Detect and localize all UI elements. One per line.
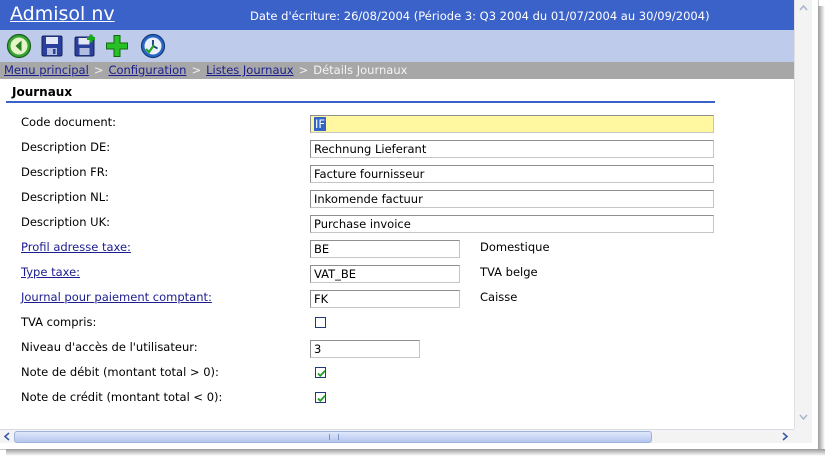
breadcrumb-link-configuration[interactable]: Configuration [108, 63, 186, 77]
breadcrumb-separator: > [93, 63, 104, 77]
section-title: Journaux [12, 85, 73, 99]
breadcrumb-current: Détails Journaux [313, 63, 408, 77]
save-button[interactable] [39, 33, 65, 59]
save-icon [41, 35, 63, 57]
back-arrow-icon [6, 33, 32, 59]
clock-icon [140, 33, 166, 59]
scroll-down-icon[interactable] [795, 410, 812, 424]
credit-note-label: Note de crédit (montant total < 0): [21, 390, 223, 404]
tax-type-input[interactable]: VAT_BE [310, 265, 460, 283]
access-level-input[interactable]: 3 [310, 340, 420, 358]
section-divider [6, 101, 715, 103]
horizontal-scrollbar[interactable] [0, 429, 794, 443]
breadcrumb: Menu principal > Configuration > Listes Jour… [0, 62, 794, 79]
vat-included-label: TVA compris: [21, 315, 97, 329]
debit-note-checkbox[interactable] [315, 367, 326, 378]
tax-profile-link[interactable]: Profil adresse taxe: [21, 240, 131, 254]
add-icon [106, 35, 128, 57]
tax-profile-input[interactable]: BE [310, 240, 460, 258]
window-shadow-bottom [6, 449, 825, 456]
description-fr-input[interactable]: Facture fournisseur [310, 165, 714, 183]
code-document-value: IF [314, 117, 327, 131]
posting-date-info: Date d'écriture: 26/08/2004 (Période 3: … [250, 9, 710, 23]
vertical-scrollbar[interactable] [794, 0, 812, 430]
code-document-label: Code document: [21, 115, 116, 129]
application-window: Admisol nv Date d'écriture: 26/08/2004 (… [0, 0, 819, 450]
check-icon [317, 370, 326, 378]
description-nl-input[interactable]: Inkomende factuur [310, 190, 714, 208]
tax-type-link[interactable]: Type taxe: [21, 265, 80, 279]
breadcrumb-link-journal-lists[interactable]: Listes Journaux [206, 63, 294, 77]
scroll-left-icon[interactable] [2, 431, 12, 442]
window-shadow-right [818, 6, 825, 456]
vat-included-checkbox[interactable] [315, 317, 326, 328]
description-uk-label: Description UK: [21, 215, 110, 229]
tax-profile-description: Domestique [480, 240, 550, 254]
history-button[interactable] [140, 33, 166, 59]
description-de-input[interactable]: Rechnung Lieferant [310, 140, 714, 158]
breadcrumb-separator: > [191, 63, 202, 77]
horizontal-scroll-thumb[interactable] [14, 431, 652, 443]
description-fr-label: Description FR: [21, 165, 109, 179]
description-uk-input[interactable]: Purchase invoice [310, 215, 714, 233]
debit-note-label: Note de débit (montant total > 0): [21, 365, 219, 379]
credit-note-checkbox[interactable] [315, 392, 326, 403]
code-document-input[interactable]: IF [310, 115, 714, 133]
title-bar: Admisol nv Date d'écriture: 26/08/2004 (… [0, 0, 794, 30]
scrollbar-corner [794, 429, 812, 443]
tax-type-description: TVA belge [480, 265, 538, 279]
description-de-label: Description DE: [21, 140, 111, 154]
cash-journal-link[interactable]: Journal pour paiement comptant: [21, 290, 212, 304]
cash-journal-input[interactable]: FK [310, 290, 460, 308]
add-button[interactable] [104, 33, 130, 59]
scroll-grip [329, 434, 339, 440]
scroll-up-icon[interactable] [795, 2, 812, 14]
save-new-icon [74, 34, 95, 57]
toolbar [0, 30, 794, 62]
cash-journal-description: Caisse [480, 290, 518, 304]
save-and-new-button[interactable] [72, 33, 98, 59]
breadcrumb-link-main-menu[interactable]: Menu principal [4, 63, 89, 77]
description-nl-label: Description NL: [21, 190, 110, 204]
app-title[interactable]: Admisol nv [10, 3, 115, 25]
scroll-right-icon[interactable] [780, 431, 790, 442]
back-button[interactable] [6, 33, 32, 59]
check-icon [317, 395, 326, 403]
breadcrumb-separator: > [298, 63, 309, 77]
access-level-label: Niveau d'accès de l'utilisateur: [21, 340, 198, 354]
